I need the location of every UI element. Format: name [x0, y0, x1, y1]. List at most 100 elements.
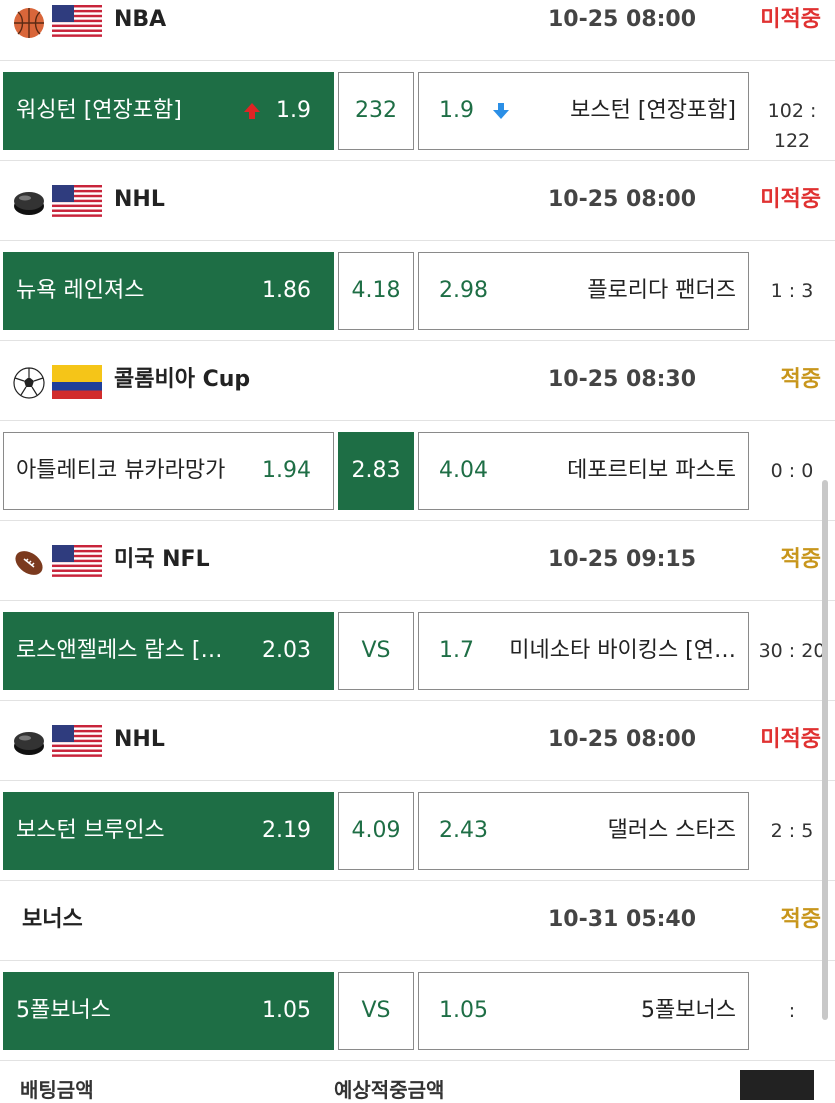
match-section: NHL 10-25 08:00 미적중 뉴욕 레인져스 1.86 4.18 2.98 플로리다… [0, 176, 835, 356]
odds-row: 워싱턴 [연장포함] 1.9 232 1.9 보스턴 [연장포함] 102 : 122 [0, 72, 835, 154]
divider [0, 880, 835, 881]
league-name: NHL [114, 727, 165, 752]
home-odds: 1.86 [262, 278, 311, 303]
home-odds: 1.9 [276, 98, 311, 123]
draw-odds: 4.18 [351, 278, 401, 303]
result-status: 적중 [780, 907, 821, 932]
result-status: 미적중 [760, 727, 821, 752]
home-odds: 1.94 [262, 458, 311, 483]
match-datetime: 10-25 08:00 [548, 187, 697, 212]
league-name: 미국 NFL [114, 547, 210, 572]
away-odds: 2.43 [439, 818, 488, 843]
divider [0, 700, 835, 701]
match-score: 30 : 20 [758, 640, 826, 662]
divider [0, 160, 835, 161]
home-odds-button[interactable]: 5폴보너스 1.05 [3, 972, 334, 1050]
match-section: 미국 NFL 10-25 09:15 적중로스앤젤레스 람스 [… 2.03 VS 1.7… [0, 536, 835, 716]
match-header: 보너스 10-31 05:40 적중 [0, 896, 835, 961]
home-odds: 1.05 [262, 998, 311, 1023]
away-odds-button[interactable]: 2.98 플로리다 팬더즈 [418, 252, 749, 330]
draw-odds-button[interactable]: VS [338, 612, 414, 690]
away-odds: 1.9 [439, 98, 474, 123]
odds-row: 5폴보너스 1.05 VS 1.05 5폴보너스: [0, 972, 835, 1054]
home-odds: 2.03 [262, 638, 311, 663]
away-team-name: 플로리다 팬더즈 [587, 278, 736, 303]
expected-amount-label: 예상적중금액 [334, 1078, 445, 1102]
arrow-up-icon [242, 101, 262, 121]
football-icon [12, 546, 46, 580]
away-team-name: 미네소타 바이킹스 [연… [509, 638, 736, 663]
home-odds-button[interactable]: 뉴욕 레인져스 1.86 [3, 252, 334, 330]
home-team-name: 워싱턴 [연장포함] [16, 98, 182, 123]
bet-amount-label: 배팅금액 [20, 1078, 94, 1102]
match-datetime: 10-25 09:15 [548, 547, 697, 572]
hockey-puck-icon [12, 726, 46, 760]
odds-row: 로스앤젤레스 람스 [… 2.03 VS 1.7 미네소타 바이킹스 [연… 30 : 2… [0, 612, 835, 694]
home-team-name: 아틀레티코 뷰카라망가 [16, 458, 226, 483]
match-header: NHL 10-25 08:00 미적중 [0, 176, 835, 241]
draw-odds: 232 [355, 98, 397, 123]
match-datetime: 10-25 08:30 [548, 367, 697, 392]
draw-odds-button[interactable]: 232 [338, 72, 414, 150]
away-odds: 2.98 [439, 278, 488, 303]
away-odds-button[interactable]: 1.05 5폴보너스 [418, 972, 749, 1050]
basketball-icon [12, 6, 46, 40]
home-odds: 2.19 [262, 818, 311, 843]
home-odds-button[interactable]: 로스앤젤레스 람스 [… 2.03 [3, 612, 334, 690]
away-odds: 1.05 [439, 998, 488, 1023]
us-flag-icon [52, 725, 102, 759]
match-header: NBA 10-25 08:00 미적중 [0, 0, 835, 61]
draw-odds: 2.83 [351, 458, 401, 483]
home-odds-button[interactable]: 보스턴 브루인스 2.19 [3, 792, 334, 870]
away-team-name: 5폴보너스 [641, 998, 736, 1023]
divider [0, 340, 835, 341]
footer-button[interactable] [740, 1070, 814, 1100]
divider [0, 1060, 835, 1061]
home-odds-button[interactable]: 워싱턴 [연장포함] 1.9 [3, 72, 334, 150]
home-odds-button[interactable]: 아틀레티코 뷰카라망가 1.94 [3, 432, 334, 510]
odds-row: 뉴욕 레인져스 1.86 4.18 2.98 플로리다 팬더즈 1 : 3 [0, 252, 835, 334]
match-section: NBA 10-25 08:00 미적중워싱턴 [연장포함] 1.9 232 1.9 보스턴 … [0, 0, 835, 176]
us-flag-icon [52, 185, 102, 219]
home-team-name: 로스앤젤레스 람스 [… [16, 638, 223, 663]
draw-odds-button[interactable]: 4.18 [338, 252, 414, 330]
league-name: NHL [114, 187, 165, 212]
draw-odds-button[interactable]: 2.83 [338, 432, 414, 510]
away-odds-button[interactable]: 1.9 보스턴 [연장포함] [418, 72, 749, 150]
match-score: : [788, 1000, 796, 1022]
away-odds: 4.04 [439, 458, 488, 483]
away-odds-button[interactable]: 2.43 댈러스 스타즈 [418, 792, 749, 870]
match-section: 보너스 10-31 05:40 적중 5폴보너스 1.05 VS 1.05 5폴보너스: [0, 896, 835, 1076]
us-flag-icon [52, 5, 102, 39]
odds-row: 아틀레티코 뷰카라망가 1.94 2.83 4.04 데포르티보 파스토 0 : 0 [0, 432, 835, 514]
away-odds-button[interactable]: 1.7 미네소타 바이킹스 [연… [418, 612, 749, 690]
match-score: 1 : 3 [770, 280, 814, 302]
away-team-name: 보스턴 [연장포함] [570, 98, 736, 123]
soccer-ball-icon [12, 366, 46, 400]
scrollbar[interactable] [822, 480, 828, 1020]
colombia-flag-icon [52, 365, 102, 399]
result-status: 적중 [780, 367, 821, 392]
result-status: 적중 [780, 547, 821, 572]
home-team-name: 뉴욕 레인져스 [16, 278, 145, 303]
home-team-name: 5폴보너스 [16, 998, 111, 1023]
away-odds: 1.7 [439, 638, 474, 663]
match-datetime: 10-25 08:00 [548, 727, 697, 752]
us-flag-icon [52, 545, 102, 579]
divider [0, 520, 835, 521]
away-team-name: 댈러스 스타즈 [607, 818, 736, 843]
draw-odds: 4.09 [351, 818, 401, 843]
draw-odds-button[interactable]: VS [338, 972, 414, 1050]
away-team-name: 데포르티보 파스토 [567, 458, 736, 483]
bet-summary-footer: 배팅금액 예상적중금액 [0, 1062, 835, 1102]
league-name: 콜롬비아 Cup [114, 367, 251, 392]
match-section: NHL 10-25 08:00 미적중보스턴 브루인스 2.19 4.09 2.43 댈러스… [0, 716, 835, 896]
hockey-puck-icon [12, 186, 46, 220]
match-header: 콜롬비아 Cup 10-25 08:30 적중 [0, 356, 835, 421]
match-score: 0 : 0 [770, 460, 814, 482]
draw-odds: VS [361, 638, 391, 663]
away-odds-button[interactable]: 4.04 데포르티보 파스토 [418, 432, 749, 510]
match-score: 102 : 122 [767, 100, 817, 152]
draw-odds-button[interactable]: 4.09 [338, 792, 414, 870]
match-header: NHL 10-25 08:00 미적중 [0, 716, 835, 781]
